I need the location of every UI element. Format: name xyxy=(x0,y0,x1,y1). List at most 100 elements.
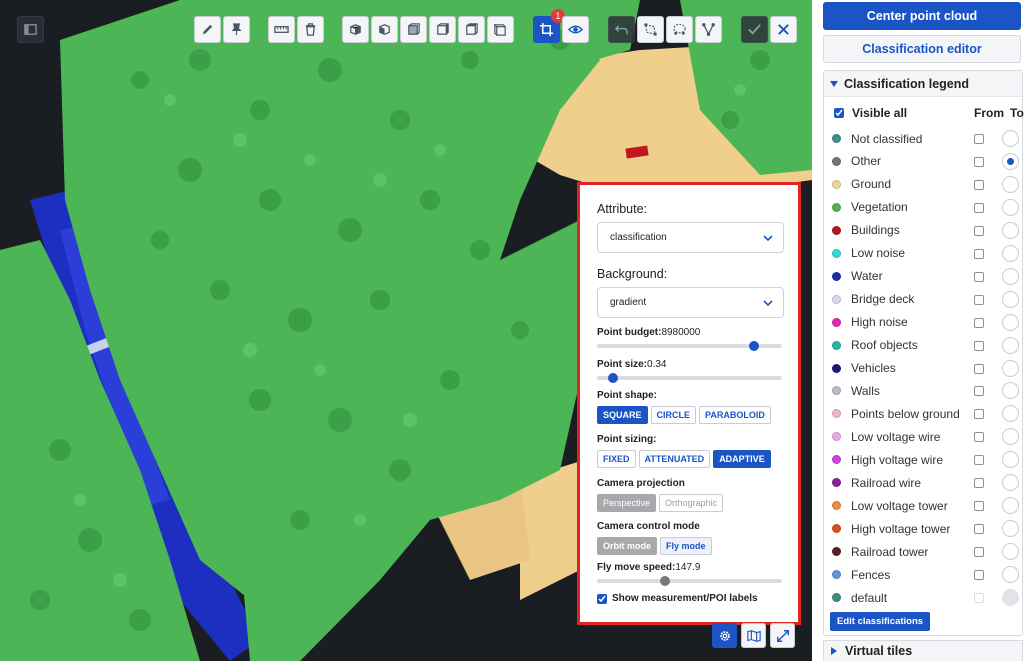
check-icon xyxy=(748,24,761,35)
to-radio[interactable] xyxy=(1002,382,1019,400)
sizing-attenuated-button[interactable]: ATTENUATED xyxy=(638,450,711,468)
from-checkbox[interactable] xyxy=(974,202,984,213)
slider-handle[interactable] xyxy=(660,576,670,586)
sidebar-toggle-button[interactable] xyxy=(17,16,44,43)
to-radio[interactable] xyxy=(1002,359,1019,377)
edit-classifications-button[interactable]: Edit classifications xyxy=(830,612,931,631)
from-checkbox[interactable] xyxy=(974,501,984,512)
class-color-swatch xyxy=(832,363,841,373)
to-radio[interactable] xyxy=(1002,267,1019,285)
shape-circle-button[interactable]: CIRCLE xyxy=(650,406,697,424)
fly-mode-button[interactable]: Fly mode xyxy=(660,537,712,555)
view-top-button[interactable] xyxy=(429,16,456,43)
to-radio[interactable] xyxy=(1002,566,1019,584)
polygon-select-button[interactable] xyxy=(637,16,664,43)
annotate-button[interactable] xyxy=(194,16,221,43)
slider-handle[interactable] xyxy=(749,341,760,351)
from-checkbox[interactable] xyxy=(974,248,984,259)
view-right-button[interactable] xyxy=(400,16,427,43)
to-radio[interactable] xyxy=(1002,405,1019,423)
from-checkbox[interactable] xyxy=(974,570,984,581)
map-button[interactable] xyxy=(741,623,766,648)
from-checkbox[interactable] xyxy=(974,432,984,443)
fly-speed-slider[interactable] xyxy=(597,573,782,587)
from-checkbox[interactable] xyxy=(974,271,984,282)
vertex-edit-button[interactable] xyxy=(695,16,722,43)
to-radio[interactable] xyxy=(1002,198,1019,216)
virtual-tiles-header[interactable]: Virtual tiles xyxy=(823,640,1023,661)
legend-header[interactable]: Classification legend xyxy=(824,71,1022,97)
to-radio[interactable] xyxy=(1002,313,1019,331)
to-radio[interactable] xyxy=(1002,175,1019,193)
fullscreen-button[interactable] xyxy=(770,623,795,648)
from-checkbox[interactable] xyxy=(974,156,984,167)
to-radio[interactable] xyxy=(1002,451,1019,469)
point-size-slider[interactable] xyxy=(597,370,782,384)
from-checkbox[interactable] xyxy=(974,524,984,535)
show-labels-checkbox[interactable] xyxy=(597,593,607,604)
to-radio[interactable] xyxy=(1002,543,1019,561)
settings-button[interactable] xyxy=(712,623,737,648)
from-checkbox[interactable] xyxy=(974,340,984,351)
background-select[interactable]: gradient xyxy=(597,287,784,318)
point-cloud-viewer[interactable]: 1 Attribute: classification Background: … xyxy=(0,0,812,661)
shape-paraboloid-button[interactable]: PARABOLOID xyxy=(699,406,771,424)
from-checkbox[interactable] xyxy=(974,386,984,397)
projection-orthographic-button[interactable]: Orthographic xyxy=(659,494,724,512)
from-checkbox[interactable] xyxy=(974,294,984,305)
view-front-button[interactable] xyxy=(342,16,369,43)
center-point-cloud-button[interactable]: Center point cloud xyxy=(823,2,1021,30)
view-left-button[interactable] xyxy=(371,16,398,43)
apply-button[interactable] xyxy=(741,16,768,43)
from-checkbox[interactable] xyxy=(974,478,984,489)
crop-button[interactable]: 1 xyxy=(533,9,565,43)
undo-button[interactable] xyxy=(608,16,635,43)
from-checkbox[interactable] xyxy=(974,455,984,466)
to-radio[interactable] xyxy=(1002,290,1019,308)
app: 1 Attribute: classification Background: … xyxy=(0,0,1024,661)
attribute-select[interactable]: classification xyxy=(597,222,784,253)
visible-all-row: Visible all From To xyxy=(834,106,1024,120)
from-checkbox[interactable] xyxy=(974,409,984,420)
measure-button[interactable] xyxy=(268,16,295,43)
from-checkbox[interactable] xyxy=(974,134,984,144)
projection-perspective-button[interactable]: Perspective xyxy=(597,494,657,512)
from-checkbox[interactable] xyxy=(974,547,984,558)
from-checkbox[interactable] xyxy=(974,593,984,603)
to-radio[interactable] xyxy=(1002,520,1019,538)
to-radio[interactable] xyxy=(1002,130,1019,147)
legend-title: Classification legend xyxy=(844,76,970,91)
to-radio[interactable] xyxy=(1002,152,1019,170)
from-checkbox[interactable] xyxy=(974,317,984,328)
visibility-button[interactable] xyxy=(562,16,589,43)
slider-handle[interactable] xyxy=(607,373,618,383)
class-name: Ground xyxy=(851,177,892,192)
to-radio[interactable] xyxy=(1002,474,1019,492)
right-sidebar: Center point cloud Classification editor… xyxy=(812,0,1024,661)
from-checkbox[interactable] xyxy=(974,225,984,236)
sizing-fixed-button[interactable]: FIXED xyxy=(597,450,636,468)
lasso-select-button[interactable] xyxy=(666,16,693,43)
to-radio[interactable] xyxy=(1002,589,1019,606)
to-radio[interactable] xyxy=(1002,221,1019,239)
shape-square-button[interactable]: SQUARE xyxy=(597,406,648,424)
visible-all-checkbox[interactable] xyxy=(834,108,844,118)
pin-button[interactable] xyxy=(223,16,250,43)
to-radio[interactable] xyxy=(1002,497,1019,515)
to-radio[interactable] xyxy=(1002,244,1019,262)
view-bottom-button[interactable] xyxy=(487,16,514,43)
point-budget-slider[interactable] xyxy=(597,338,782,352)
class-color-swatch xyxy=(832,340,841,350)
delete-button[interactable] xyxy=(297,16,324,43)
to-radio[interactable] xyxy=(1002,336,1019,354)
from-checkbox[interactable] xyxy=(974,363,984,374)
from-checkbox[interactable] xyxy=(974,179,984,190)
close-button[interactable] xyxy=(770,16,797,43)
class-color-swatch xyxy=(832,317,841,327)
orbit-mode-button[interactable]: Orbit mode xyxy=(597,537,658,555)
to-radio[interactable] xyxy=(1002,428,1019,446)
classification-editor-button[interactable]: Classification editor xyxy=(823,35,1021,63)
sizing-adaptive-button[interactable]: ADAPTIVE xyxy=(713,450,771,468)
view-back-button[interactable] xyxy=(458,16,485,43)
show-labels-option[interactable]: Show measurement/POI labels xyxy=(597,593,782,604)
